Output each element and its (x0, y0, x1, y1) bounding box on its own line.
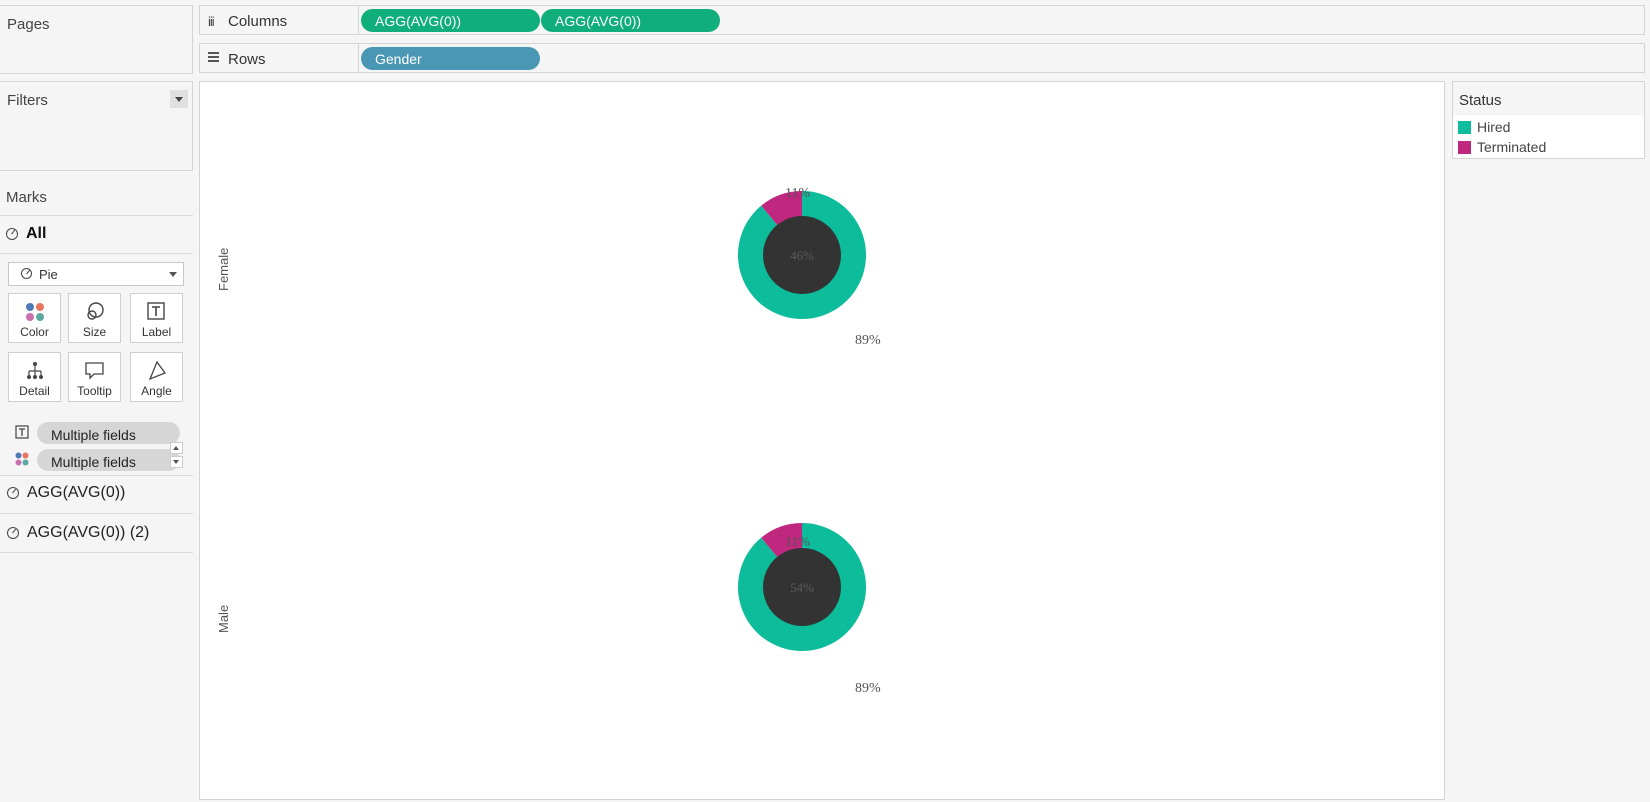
tooltip-icon (85, 362, 104, 380)
label-icon (147, 302, 165, 320)
pie-label-female-hired: 89% (855, 333, 881, 348)
filters-shelf[interactable]: Filters (0, 81, 193, 171)
marks-all-label: All (26, 225, 47, 242)
marks-all-tab[interactable]: All (6, 225, 46, 243)
pie-icon (7, 526, 19, 539)
color-field-pill[interactable]: Multiple fields (37, 449, 180, 471)
columns-pill-1[interactable]: AGG(AVG(0)) (361, 9, 540, 32)
size-card-label: Size (82, 325, 107, 339)
pages-title: Pages (7, 16, 50, 33)
marks-title: Marks (6, 189, 47, 206)
chevron-down-icon (169, 272, 177, 277)
pie-chart: 46% 54% (738, 191, 866, 651)
filters-dropdown-icon[interactable] (170, 90, 188, 108)
pie-label-male-terminated: 11% (785, 535, 811, 550)
scroll-down-icon[interactable] (170, 456, 183, 468)
label-card-label: Label (141, 325, 172, 339)
color-card[interactable]: Color (8, 293, 61, 343)
view-canvas[interactable]: Female Male 46% 54% 11% 89% 11% 89% (199, 81, 1445, 800)
label-field-pill[interactable]: Multiple fields (37, 422, 180, 444)
measure-tab-label: AGG(AVG(0)) (27, 484, 126, 501)
pie-icon (6, 227, 18, 240)
size-card[interactable]: Size (68, 293, 121, 343)
marks-measure-tab-1[interactable]: AGG(AVG(0)) (7, 484, 125, 502)
rows-label: Rows (228, 51, 266, 68)
angle-card[interactable]: Angle (130, 352, 183, 402)
label-icon (15, 425, 29, 439)
detail-icon (27, 362, 43, 379)
angle-icon (148, 361, 167, 381)
tooltip-card[interactable]: Tooltip (68, 352, 121, 402)
measure-tab-label: AGG(AVG(0)) (2) (27, 524, 150, 541)
columns-shelf[interactable]: iii Columns AGG(AVG(0)) AGG(AVG(0)) (199, 5, 1645, 35)
detail-card-label: Detail (19, 384, 50, 398)
rows-shelf[interactable]: Rows Gender (199, 43, 1645, 73)
tooltip-card-label: Tooltip (77, 384, 112, 398)
status-legend: Status Hired Terminated (1452, 81, 1645, 159)
pie-icon (7, 486, 19, 499)
donut-center-label-female: 46% (790, 248, 814, 263)
color-icon (26, 303, 44, 321)
angle-card-label: Angle (141, 384, 172, 398)
legend-swatch (1458, 121, 1471, 134)
legend-title: Status (1459, 92, 1502, 109)
rows-pill-gender[interactable]: Gender (361, 47, 540, 70)
filters-title: Filters (7, 92, 48, 109)
legend-swatch (1458, 141, 1471, 154)
mark-type-value: Pie (39, 267, 58, 282)
pages-shelf[interactable]: Pages (0, 5, 193, 74)
pie-label-male-hired: 89% (855, 681, 881, 696)
legend-item-terminated[interactable]: Terminated (1458, 139, 1546, 155)
legend-item-hired[interactable]: Hired (1458, 119, 1510, 135)
pie-icon (21, 268, 32, 279)
scroll-up-icon[interactable] (170, 442, 183, 454)
pie-label-female-terminated: 11% (785, 186, 811, 201)
color-icon (15, 452, 29, 466)
rows-icon (208, 52, 219, 64)
mark-type-select[interactable]: Pie (8, 262, 184, 286)
marks-measure-tab-2[interactable]: AGG(AVG(0)) (2) (7, 524, 149, 542)
columns-label: Columns (228, 13, 288, 30)
columns-icon: iii (208, 14, 215, 29)
size-icon (87, 302, 104, 320)
color-card-label: Color (20, 325, 49, 339)
label-card[interactable]: Label (130, 293, 183, 343)
legend-label: Terminated (1477, 139, 1547, 155)
donut-center-label-male: 54% (790, 580, 814, 595)
columns-pill-2[interactable]: AGG(AVG(0)) (541, 9, 720, 32)
legend-label: Hired (1477, 119, 1511, 135)
detail-card[interactable]: Detail (8, 352, 61, 402)
